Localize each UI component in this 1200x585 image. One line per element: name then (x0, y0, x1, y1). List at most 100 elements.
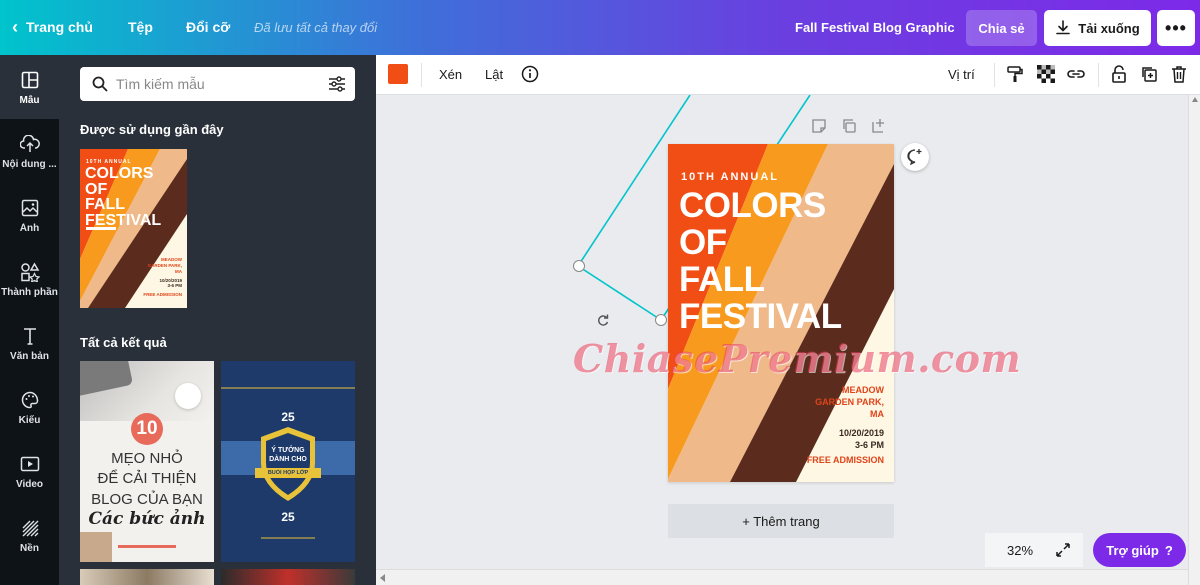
color-swatch-button[interactable] (388, 64, 408, 84)
thumb-badge-line: DÀNH CHO (269, 456, 307, 464)
thumb-title-line: FALL (85, 196, 125, 214)
rail-item-text[interactable]: Văn bản (0, 311, 59, 375)
rail-item-video[interactable]: Video (0, 439, 59, 503)
rail-label: Nền (20, 542, 39, 554)
background-icon (19, 517, 41, 539)
resize-menu[interactable]: Đổi cỡ (186, 19, 230, 35)
poster-title-line: OF (679, 223, 727, 262)
thumb-divider (86, 227, 116, 230)
duplicate-page-icon[interactable] (841, 118, 857, 134)
horizontal-scrollbar[interactable] (376, 569, 1188, 585)
crop-button[interactable]: Xén (439, 67, 462, 82)
document-title[interactable]: Fall Festival Blog Graphic (795, 20, 955, 35)
thumb-title-line: OF (85, 180, 108, 198)
download-label: Tải xuống (1078, 20, 1140, 36)
vertical-scrollbar[interactable] (1188, 95, 1200, 585)
rail-label: Kiểu (18, 414, 41, 426)
zoom-control[interactable]: 32% (985, 533, 1083, 567)
poster-date: 10/20/2019 (838, 428, 884, 438)
transparency-icon[interactable] (1035, 63, 1057, 85)
thumb-number: 10 (131, 413, 163, 445)
chevron-left-icon: ‹ (12, 17, 18, 37)
poster-time: 3-6 PM (854, 440, 884, 451)
comment-icon (907, 149, 922, 166)
rail-item-templates[interactable]: Mẫu (0, 55, 59, 119)
thumb-title-line: COLORS (85, 165, 154, 182)
template-search[interactable] (80, 67, 355, 101)
results-section-title: Tất cả kết quả (80, 335, 167, 350)
thumb-rule (221, 387, 355, 389)
poster-annual: 10TH ANNUAL (681, 171, 779, 183)
rail-item-elements[interactable]: Thành phần (0, 247, 59, 311)
home-button[interactable]: ‹ Trang chủ (12, 18, 93, 36)
search-icon (92, 76, 108, 92)
result-template-thumb[interactable] (80, 569, 214, 585)
download-button[interactable]: Tải xuống (1044, 10, 1151, 46)
thumb-rule (261, 537, 315, 539)
filter-icon[interactable] (328, 75, 346, 93)
resize-handle[interactable] (573, 260, 585, 272)
rail-item-photos[interactable]: Ảnh (0, 183, 59, 247)
editor-toolbar: Xén Lật Vị trí (376, 55, 1200, 95)
thumb-tips-line: BLOG CỦA BẠN (91, 490, 203, 508)
recent-template-thumb[interactable]: 10TH ANNUAL COLORS OF FALL FESTIVAL MEAD… (80, 149, 187, 308)
thumb-info-line: MA (175, 268, 182, 274)
link-icon[interactable] (1065, 63, 1087, 85)
note-icon[interactable] (811, 118, 827, 134)
rail-label: Mẫu (19, 94, 40, 106)
rotate-handle-icon[interactable] (594, 311, 612, 329)
thumb-info-line: 3-6 PM (167, 283, 182, 289)
share-button[interactable]: Chia sẻ (966, 10, 1037, 46)
position-button[interactable]: Vị trí (948, 67, 975, 82)
lock-icon[interactable] (1108, 63, 1130, 85)
thumb-info: MEADOW GARDEN PARK, MA 10/20/2019 3-6 PM… (143, 257, 182, 298)
result-template-thumb[interactable]: 25 Ý TƯỞNG DÀNH CHO BUỔI HỌP LỚP 25 (221, 361, 355, 562)
rail-item-uploads[interactable]: Nội dung ... (0, 119, 59, 183)
template-icon (19, 69, 41, 91)
scroll-left-arrow-icon[interactable] (380, 574, 385, 582)
poster-title-line: FALL (679, 260, 765, 299)
scroll-up-arrow-icon[interactable] (1192, 97, 1198, 102)
upload-icon (19, 133, 41, 155)
add-page-button[interactable]: + Thêm trang (668, 504, 894, 538)
fullscreen-icon[interactable] (1055, 542, 1071, 558)
rail-label: Nội dung ... (2, 158, 57, 170)
rail-item-background[interactable]: Nền (0, 503, 59, 567)
add-page-icon[interactable] (871, 118, 887, 134)
poster-title-line: FESTIVAL (679, 297, 842, 336)
question-icon: ? (1164, 542, 1173, 558)
thumb-tips-text: MẸO NHỎ ĐỂ CẢI THIỆN BLOG CỦA BẠN (80, 449, 214, 510)
thumb-title: COLORS OF FALL FESTIVAL (85, 166, 161, 229)
zoom-value[interactable]: 32% (1007, 543, 1033, 558)
thumb-bar (118, 545, 176, 548)
info-icon[interactable] (519, 63, 541, 85)
poster-admission: FREE ADMISSION (806, 455, 884, 465)
laurel-badge-icon (256, 427, 320, 501)
search-input[interactable] (116, 76, 316, 92)
trash-icon[interactable] (1168, 63, 1190, 85)
result-template-thumb[interactable] (221, 569, 355, 585)
file-menu[interactable]: Tệp (128, 19, 153, 35)
thumb-top-number: 25 (281, 410, 295, 424)
rail-item-styles[interactable]: Kiểu (0, 375, 59, 439)
poster-location-line: MEADOW (842, 385, 884, 395)
poster-location-line: MA (870, 409, 884, 420)
toolbar-divider (1098, 63, 1099, 87)
thumb-tips-script: Các bức ảnh (88, 509, 206, 529)
elements-icon (19, 261, 41, 283)
more-options-button[interactable]: ••• (1157, 10, 1195, 46)
flip-button[interactable]: Lật (485, 67, 503, 82)
thumb-info-line: FREE ADMISSION (143, 292, 182, 298)
resize-handle[interactable] (655, 314, 667, 326)
duplicate-icon[interactable] (1138, 63, 1160, 85)
page-actions (811, 118, 887, 134)
help-button[interactable]: Trợ giúp ? (1093, 533, 1186, 567)
paint-roller-icon[interactable] (1004, 63, 1026, 85)
result-template-thumb[interactable]: 10 MẸO NHỎ ĐỂ CẢI THIỆN BLOG CỦA BẠN Các… (80, 361, 214, 562)
thumb-info-line: GARDEN PARK, (147, 262, 182, 268)
palette-icon (19, 389, 41, 411)
thumb-tips-line: ĐỂ CẢI THIỆN (97, 470, 197, 488)
rail-label: Thành phần (1, 286, 58, 298)
add-comment-button[interactable] (901, 143, 929, 171)
poster-page[interactable]: 10TH ANNUAL COLORS OF FALL FESTIVAL MEAD… (668, 144, 894, 482)
